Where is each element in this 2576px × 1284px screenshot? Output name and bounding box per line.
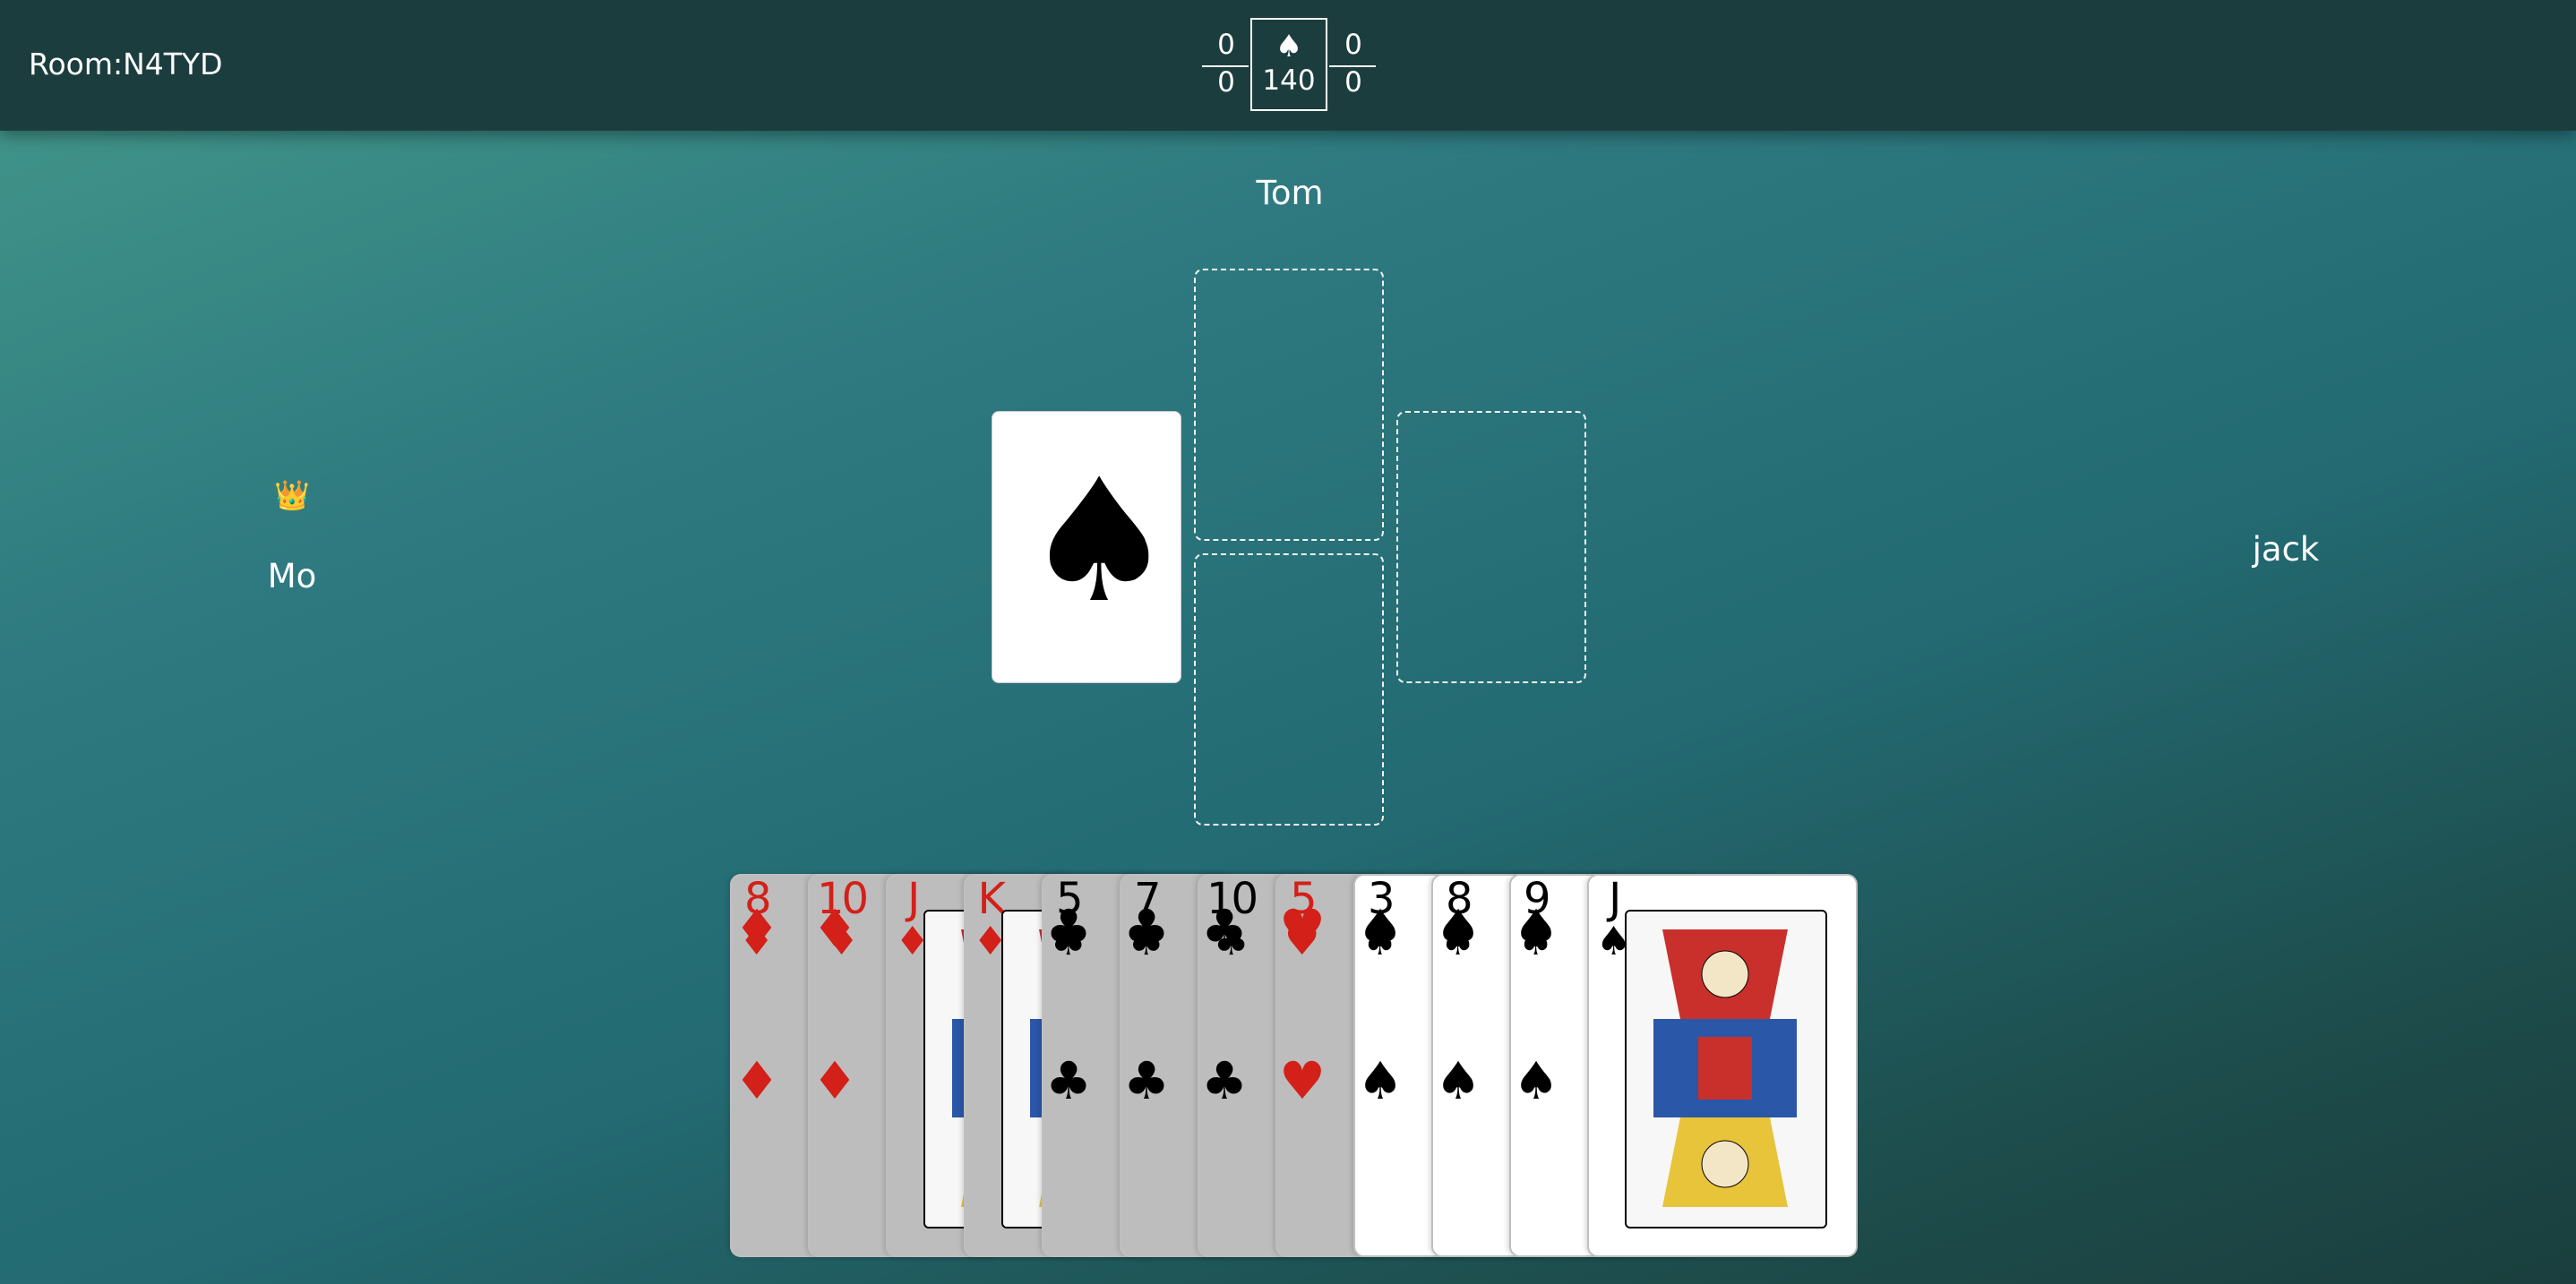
suit-pip: ♣ (1045, 898, 1092, 959)
suit-pip: ♦ (811, 1050, 858, 1111)
player-right-name: jack (2252, 530, 2320, 569)
suit-pip: ♦ (811, 898, 858, 959)
player-top-name: Tom (1256, 174, 1324, 212)
hand-card[interactable]: J ♠ (1587, 874, 1858, 1257)
trick-slot-top (1194, 269, 1384, 541)
suit-pip: ♠ (1513, 1050, 1559, 1111)
top-bar: Room:N4TYD 0 0 ♠ 140 0 0 (0, 0, 2576, 131)
spade-icon: ♠ (1023, 442, 1176, 640)
scoreboard: 0 0 ♠ 140 0 0 (1200, 18, 1379, 115)
trick-slot-right (1396, 411, 1586, 683)
card-index-bottom: A ♠ (1143, 603, 1175, 680)
suit-pip: ♣ (1123, 1050, 1170, 1111)
trick-slot-bottom (1194, 553, 1384, 826)
suit-pip: ♠ (1513, 898, 1559, 959)
suit-pip: ♦ (734, 898, 780, 959)
suit-pip: ♣ (1201, 898, 1248, 959)
suit-pip: ♠ (1435, 1050, 1481, 1111)
suit-pip: ♣ (1045, 1050, 1092, 1111)
suit-pip: ♦ (734, 1050, 780, 1111)
trump-box: ♠ 140 (1250, 18, 1327, 111)
suit-pip: ♥ (1279, 1050, 1326, 1111)
player-hand: 8♦♦♦♦♦10♦♦♦♦♦J♦K♦5♣♣♣♣♣7♣♣♣♣♣10♣♣♣♣♣5♥♥♥… (730, 874, 1859, 1259)
score-left-bottom: 0 (1217, 66, 1235, 98)
trump-suit-icon: ♠ (1275, 29, 1303, 64)
player-left-name: Mo (267, 557, 317, 595)
suit-pip: ♠ (1435, 898, 1481, 959)
score-right-bottom: 0 (1344, 66, 1362, 98)
suit-pip: ♠ (1357, 898, 1404, 959)
crown-icon: 👑 (274, 478, 310, 512)
face-card-art (1625, 910, 1827, 1228)
suit-pip: ♥ (1279, 898, 1326, 959)
suit-pip: ♣ (1123, 898, 1170, 959)
room-label: Room:N4TYD (29, 47, 223, 81)
suit-pip: ♠ (1357, 1050, 1404, 1111)
score-right-top: 0 (1344, 29, 1362, 61)
played-card-left: A ♠ ♠ A ♠ (992, 411, 1181, 683)
bid-points: 140 (1262, 64, 1316, 97)
suit-pip: ♣ (1201, 1050, 1248, 1111)
score-left-top: 0 (1217, 29, 1235, 61)
